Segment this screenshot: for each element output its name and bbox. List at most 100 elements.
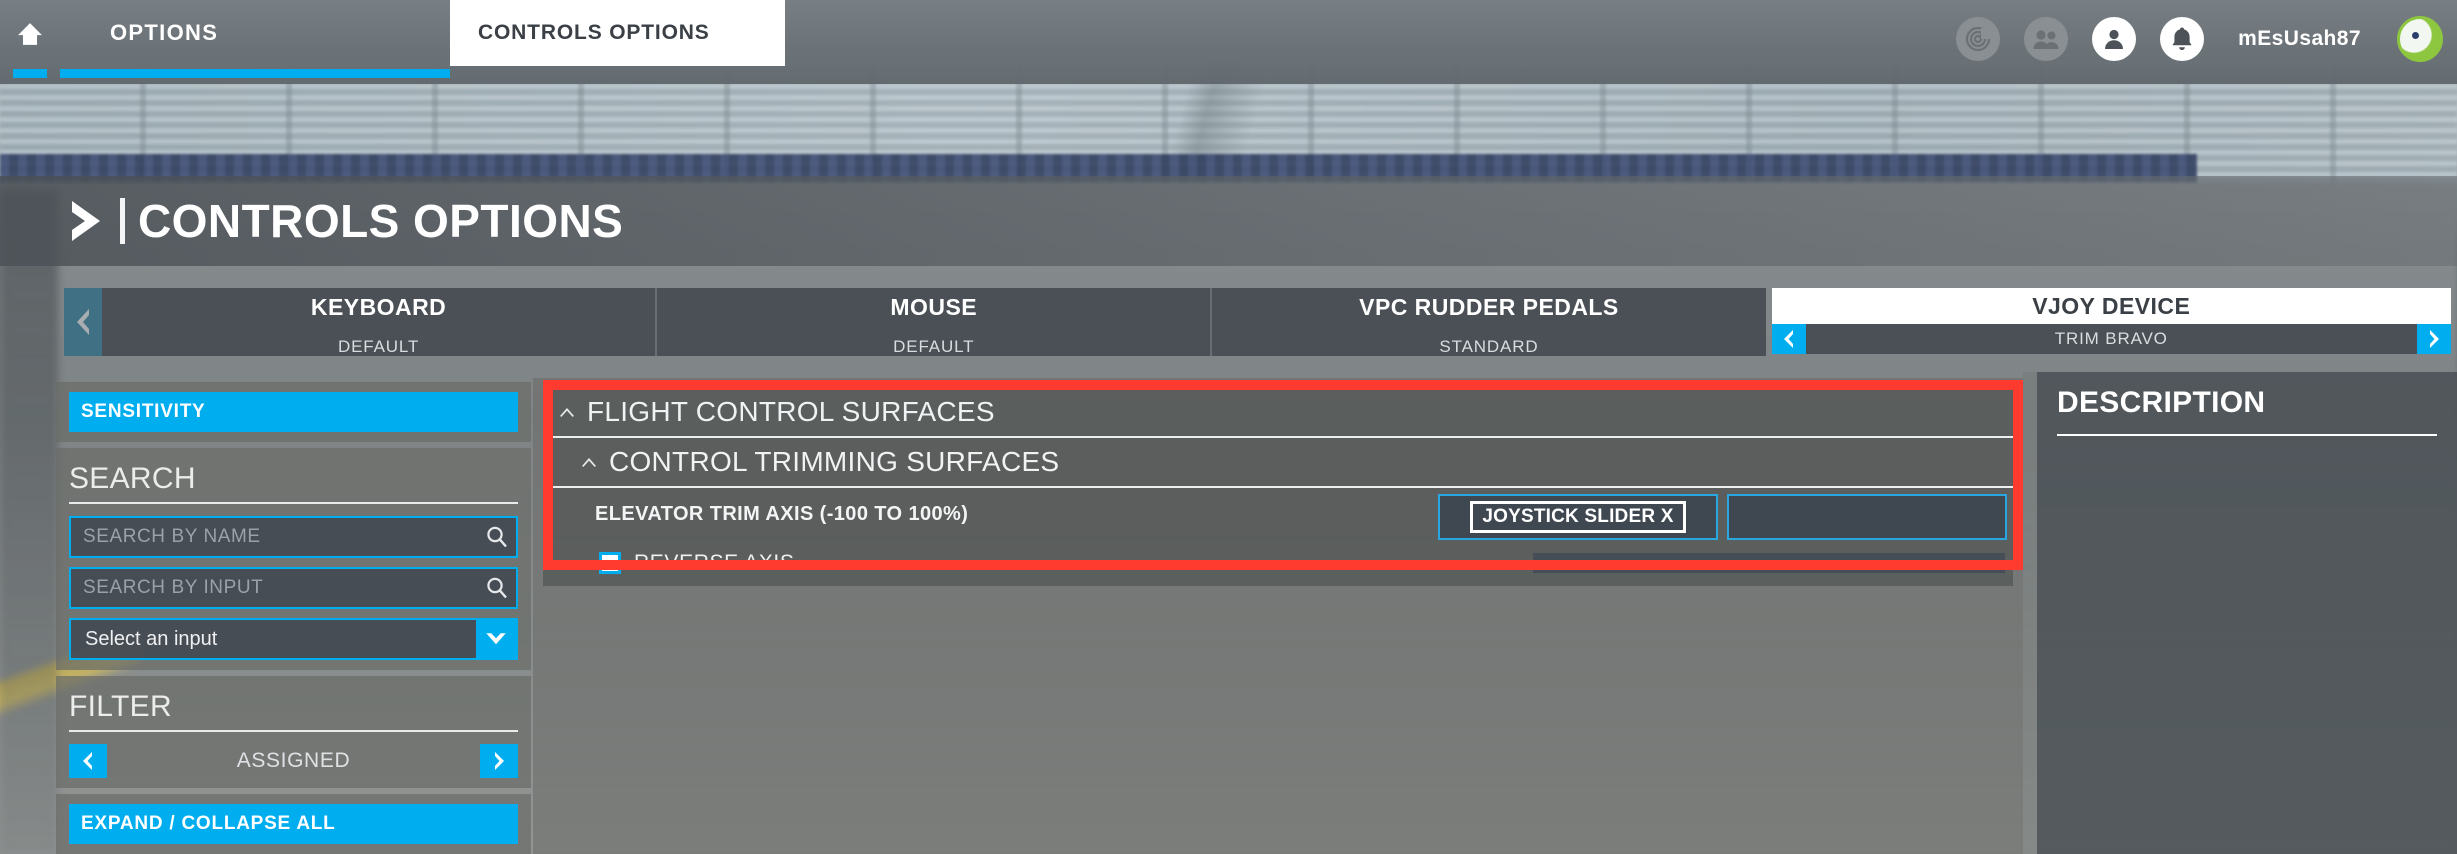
title-divider: [120, 198, 125, 244]
device-tab-mouse-profile: DEFAULT: [893, 337, 975, 356]
background-left-shadow: [0, 190, 58, 854]
device-tab-mouse[interactable]: MOUSE DEFAULT: [655, 288, 1211, 356]
top-nav-right: mEsUsah87: [1956, 16, 2457, 84]
friends-button[interactable]: [2024, 17, 2069, 61]
bindings-panel: FLIGHT CONTROL SURFACES CONTROL TRIMMING…: [533, 378, 2023, 854]
chevron-left-icon: [1783, 330, 1793, 348]
filter-divider: [69, 730, 518, 732]
panel-gap: [2023, 372, 2037, 854]
filter-heading: FILTER: [69, 690, 172, 723]
group-row-control-trimming-surfaces-label: CONTROL TRIMMING SURFACES: [609, 446, 1060, 477]
device-tab-keyboard-profile: DEFAULT: [337, 337, 420, 356]
filter-next-button[interactable]: [480, 744, 518, 778]
device-tab-vjoy-device[interactable]: VJOY DEVICE TRIM BRAVO: [1766, 288, 2457, 356]
search-by-name-input[interactable]: [71, 518, 478, 556]
select-input-dropdown[interactable]: Select an input: [69, 618, 518, 660]
binding-slot-secondary[interactable]: [1727, 494, 2007, 540]
friends-icon: [2033, 30, 2059, 49]
binding-slot-primary-value: JOYSTICK SLIDER X: [1470, 501, 1686, 533]
nav-tab-options-underline: [60, 69, 450, 78]
search-by-name-submit[interactable]: [478, 525, 516, 549]
chevron-left-icon: [83, 752, 92, 770]
nav-tab-options[interactable]: OPTIONS: [60, 0, 450, 84]
filter-card: FILTER ASSIGNED: [56, 676, 531, 788]
nav-tab-controls-options-label: CONTROLS OPTIONS: [478, 21, 710, 44]
search-card: SEARCH SEARCH BY NAME SEARCH BY INPUT Se…: [56, 448, 531, 670]
chevron-right-icon: [495, 752, 504, 770]
group-row-flight-control-surfaces-label: FLIGHT CONTROL SURFACES: [587, 396, 995, 427]
axis-value-track[interactable]: [1533, 553, 2005, 573]
reverse-axis-label: REVERSE AXIS: [634, 551, 795, 574]
home-icon: [18, 23, 42, 45]
page-title: CONTROLS OPTIONS: [138, 195, 624, 247]
filter-prev-button[interactable]: [69, 744, 107, 778]
device-profile-prev-button[interactable]: [1771, 324, 1806, 354]
chevron-left-icon: [77, 309, 89, 335]
binding-name: ELEVATOR TRIM AXIS (-100 TO 100%): [595, 502, 969, 525]
search-by-name-field[interactable]: [69, 516, 518, 558]
device-tabs: KEYBOARD DEFAULT MOUSE DEFAULT VPC RUDDE…: [102, 288, 2457, 356]
chevron-right-icon: [72, 201, 100, 241]
top-nav-left: OPTIONS CONTROLS OPTIONS: [0, 0, 785, 84]
avatar[interactable]: [2397, 16, 2443, 62]
magnifier-icon: [487, 577, 507, 599]
search-divider: [69, 502, 518, 504]
group-row-control-trimming-surfaces[interactable]: CONTROL TRIMMING SURFACES: [543, 438, 2013, 488]
reverse-axis-checkbox[interactable]: [599, 552, 621, 574]
select-input-value: Select an input: [85, 627, 218, 650]
chevron-down-icon: [486, 633, 506, 645]
select-input-caret[interactable]: [476, 620, 516, 658]
expand-collapse-card: EXPAND / COLLAPSE ALL: [56, 794, 531, 854]
filter-selector: ASSIGNED: [69, 744, 518, 778]
profile-icon: [2105, 29, 2124, 49]
binding-slot-primary[interactable]: JOYSTICK SLIDER X: [1438, 494, 1718, 540]
search-heading: SEARCH: [69, 462, 196, 495]
sensitivity-button[interactable]: SENSITIVITY: [69, 392, 518, 432]
device-tab-strip: KEYBOARD DEFAULT MOUSE DEFAULT VPC RUDDE…: [64, 288, 2457, 356]
notifications-button[interactable]: [2160, 17, 2205, 61]
nav-tab-controls-options[interactable]: CONTROLS OPTIONS: [450, 0, 785, 66]
home-button[interactable]: [0, 0, 60, 84]
radar-icon: [1966, 26, 1992, 52]
page-title-bar: CONTROLS OPTIONS: [0, 176, 2457, 266]
nav-tab-options-label: OPTIONS: [110, 20, 219, 45]
reverse-axis-row: REVERSE AXIS: [543, 540, 2013, 586]
username-label: mEsUsah87: [2238, 27, 2361, 50]
device-tab-mouse-name: MOUSE: [890, 294, 978, 320]
description-panel: DESCRIPTION: [2037, 372, 2457, 854]
filter-value: ASSIGNED: [236, 749, 351, 772]
caret-up-icon: [579, 455, 599, 469]
left-sidebar: SENSITIVITY SEARCH SEARCH BY NAME SEARCH…: [56, 382, 531, 854]
device-tab-vpc-rudder-pedals-profile: STANDARD: [1439, 337, 1539, 356]
device-profile-next-button[interactable]: [2416, 324, 2451, 354]
device-tab-keyboard-name: KEYBOARD: [310, 294, 447, 320]
device-tab-vjoy-device-name: VJOY DEVICE: [2032, 292, 2191, 319]
description-title: DESCRIPTION: [2057, 386, 2266, 419]
search-by-input-input[interactable]: [71, 569, 478, 607]
home-underline: [13, 69, 47, 78]
expand-collapse-all-button[interactable]: EXPAND / COLLAPSE ALL: [69, 804, 518, 844]
device-tab-vjoy-device-namebox: VJOY DEVICE: [1771, 288, 2451, 324]
app-root: OPTIONS CONTROLS OPTIONS mEsUsah87 CONTR…: [0, 0, 2457, 854]
notification-bell-icon: [2172, 27, 2192, 50]
search-by-input-field[interactable]: [69, 567, 518, 609]
device-tab-vpc-rudder-pedals-name: VPC RUDDER PEDALS: [1359, 294, 1619, 320]
binding-row-elevator-trim-axis: ELEVATOR TRIM AXIS (-100 TO 100%) JOYSTI…: [543, 488, 2013, 540]
bindings-list: FLIGHT CONTROL SURFACES CONTROL TRIMMING…: [543, 388, 2013, 586]
device-prev-button[interactable]: [64, 288, 102, 356]
sensitivity-card: SENSITIVITY: [56, 382, 531, 442]
radar-button[interactable]: [1956, 17, 2001, 61]
binding-slots: JOYSTICK SLIDER X: [1438, 494, 2007, 540]
caret-up-icon: [557, 405, 577, 419]
device-tab-keyboard[interactable]: KEYBOARD DEFAULT: [102, 288, 656, 356]
group-row-flight-control-surfaces[interactable]: FLIGHT CONTROL SURFACES: [543, 388, 2013, 438]
device-tab-vpc-rudder-pedals[interactable]: VPC RUDDER PEDALS STANDARD: [1210, 288, 1766, 356]
description-body: [2057, 436, 2437, 448]
device-profile-selector: TRIM BRAVO: [1771, 324, 2451, 354]
magnifier-icon: [487, 526, 507, 548]
top-navigation-bar: OPTIONS CONTROLS OPTIONS mEsUsah87: [0, 0, 2457, 84]
search-by-input-submit[interactable]: [478, 576, 516, 600]
profile-button[interactable]: [2092, 17, 2137, 61]
device-tab-vjoy-device-profile: TRIM BRAVO: [2054, 329, 2168, 348]
chevron-right-icon: [2429, 330, 2439, 348]
